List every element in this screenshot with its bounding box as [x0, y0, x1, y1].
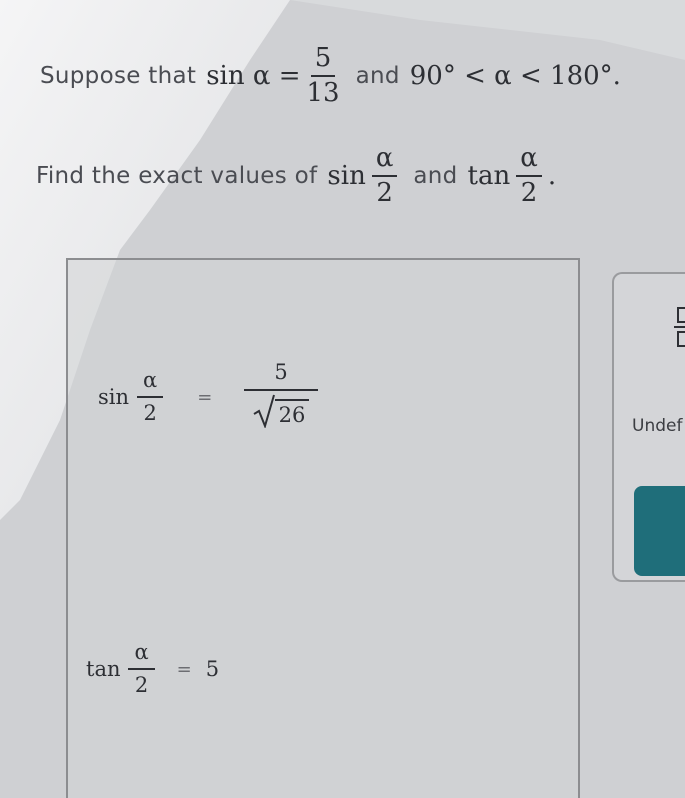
question-prefix: Find the exact values of [36, 163, 318, 189]
answer-area: sin α 2 = 5 26 tan α 2 = 5 [66, 258, 580, 798]
answer-tan-frac-denominator: 2 [134, 673, 149, 698]
question-frac-denominator: 2 [376, 178, 393, 208]
answer-tan-frac-numerator: α [128, 640, 155, 671]
problem-given-line: Suppose that sin α = 5 13 and 90° < α < … [40, 36, 621, 116]
sin-answer-radicand[interactable]: 26 [274, 399, 310, 428]
answer-tan-fraction: α 2 [128, 640, 155, 698]
question-frac2-denominator: 2 [520, 178, 538, 208]
answer-sin-frac-denominator: 2 [143, 401, 157, 426]
given-and: and [355, 63, 400, 89]
given-prefix: Suppose that [40, 63, 197, 89]
given-sin-alpha: sin α = [206, 61, 301, 91]
answer-sin-frac-numerator: α [137, 368, 164, 399]
sin-answer-input[interactable]: 5 26 [244, 360, 318, 434]
question-tan: tan [467, 161, 511, 191]
question-and: and [413, 163, 458, 189]
sin-answer-numerator[interactable]: 5 [244, 360, 318, 392]
tan-half-angle-answer[interactable]: tan α 2 = 5 [86, 640, 219, 698]
question-half-angle-fraction-2: α 2 [516, 144, 542, 207]
problem-statement: Suppose that sin α = 5 13 and 90° < α < … [0, 0, 685, 260]
undefined-button[interactable]: Undef [632, 416, 682, 436]
given-range: 90° < α < 180°. [409, 61, 621, 91]
answer-sin-fraction: α 2 [137, 368, 164, 426]
tan-answer-input[interactable]: 5 [206, 657, 219, 681]
given-denominator: 13 [306, 78, 340, 108]
radical-sign-icon [253, 394, 275, 429]
answer-sin-label: sin [98, 385, 130, 410]
question-period: . [547, 161, 557, 191]
square-root: 26 [253, 394, 310, 429]
fraction-template-icon[interactable] [674, 306, 685, 348]
answer-tan-label: tan [86, 657, 121, 682]
sin-answer-denominator[interactable]: 26 [253, 391, 310, 434]
question-sin: sin [327, 161, 366, 191]
question-frac2-numerator: α [516, 144, 542, 177]
question-half-angle-fraction: α 2 [371, 144, 398, 208]
answer-tan-equals: = [176, 658, 192, 680]
given-numerator: 5 [310, 44, 336, 77]
given-fraction: 5 13 [306, 44, 339, 107]
action-button[interactable] [634, 486, 685, 576]
question-frac-numerator: α [371, 144, 398, 177]
math-toolbar-panel: Undef [612, 272, 685, 582]
sin-half-angle-answer[interactable]: sin α 2 = 5 26 [98, 360, 326, 434]
answer-sin-equals: = [197, 386, 213, 408]
problem-question-line: Find the exact values of sin α 2 and tan… [36, 136, 556, 216]
